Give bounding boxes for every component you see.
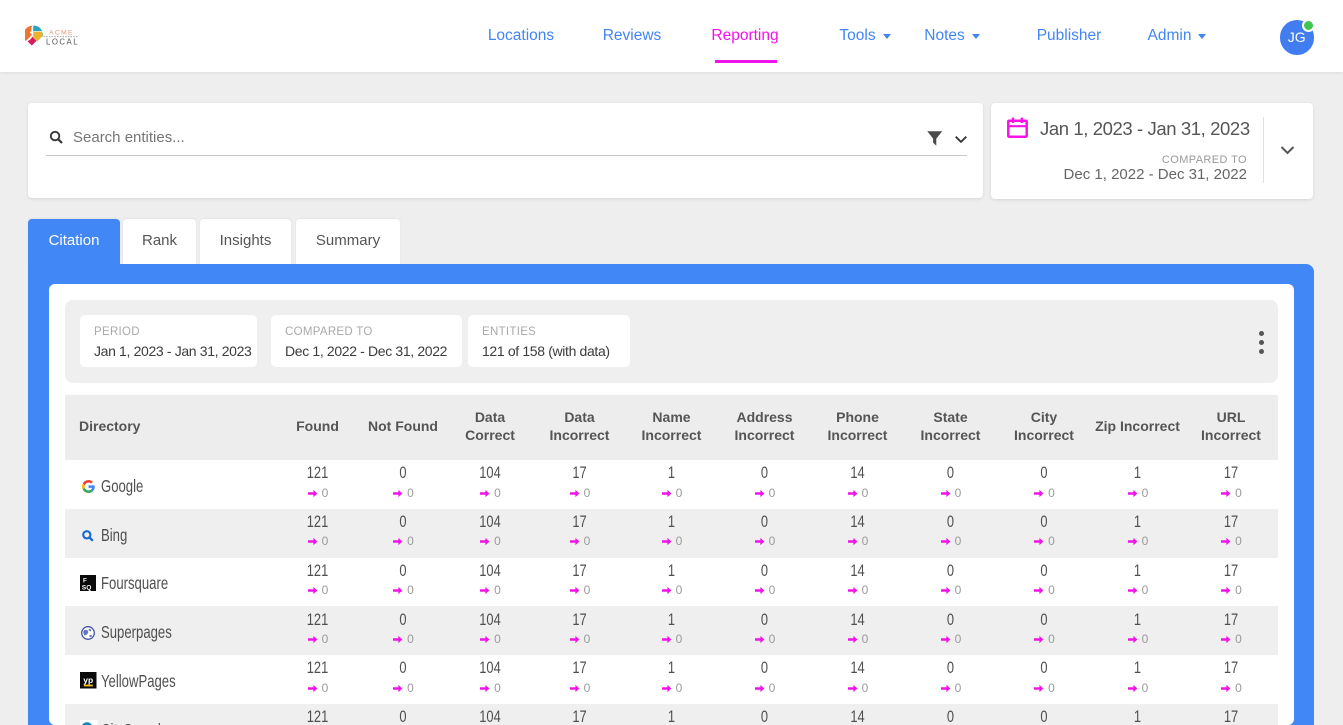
svg-text:yp: yp bbox=[83, 675, 93, 685]
svg-text:LOCAL: LOCAL bbox=[46, 37, 79, 46]
svg-text:SQ: SQ bbox=[82, 584, 92, 591]
svg-text:ACME: ACME bbox=[49, 30, 74, 37]
